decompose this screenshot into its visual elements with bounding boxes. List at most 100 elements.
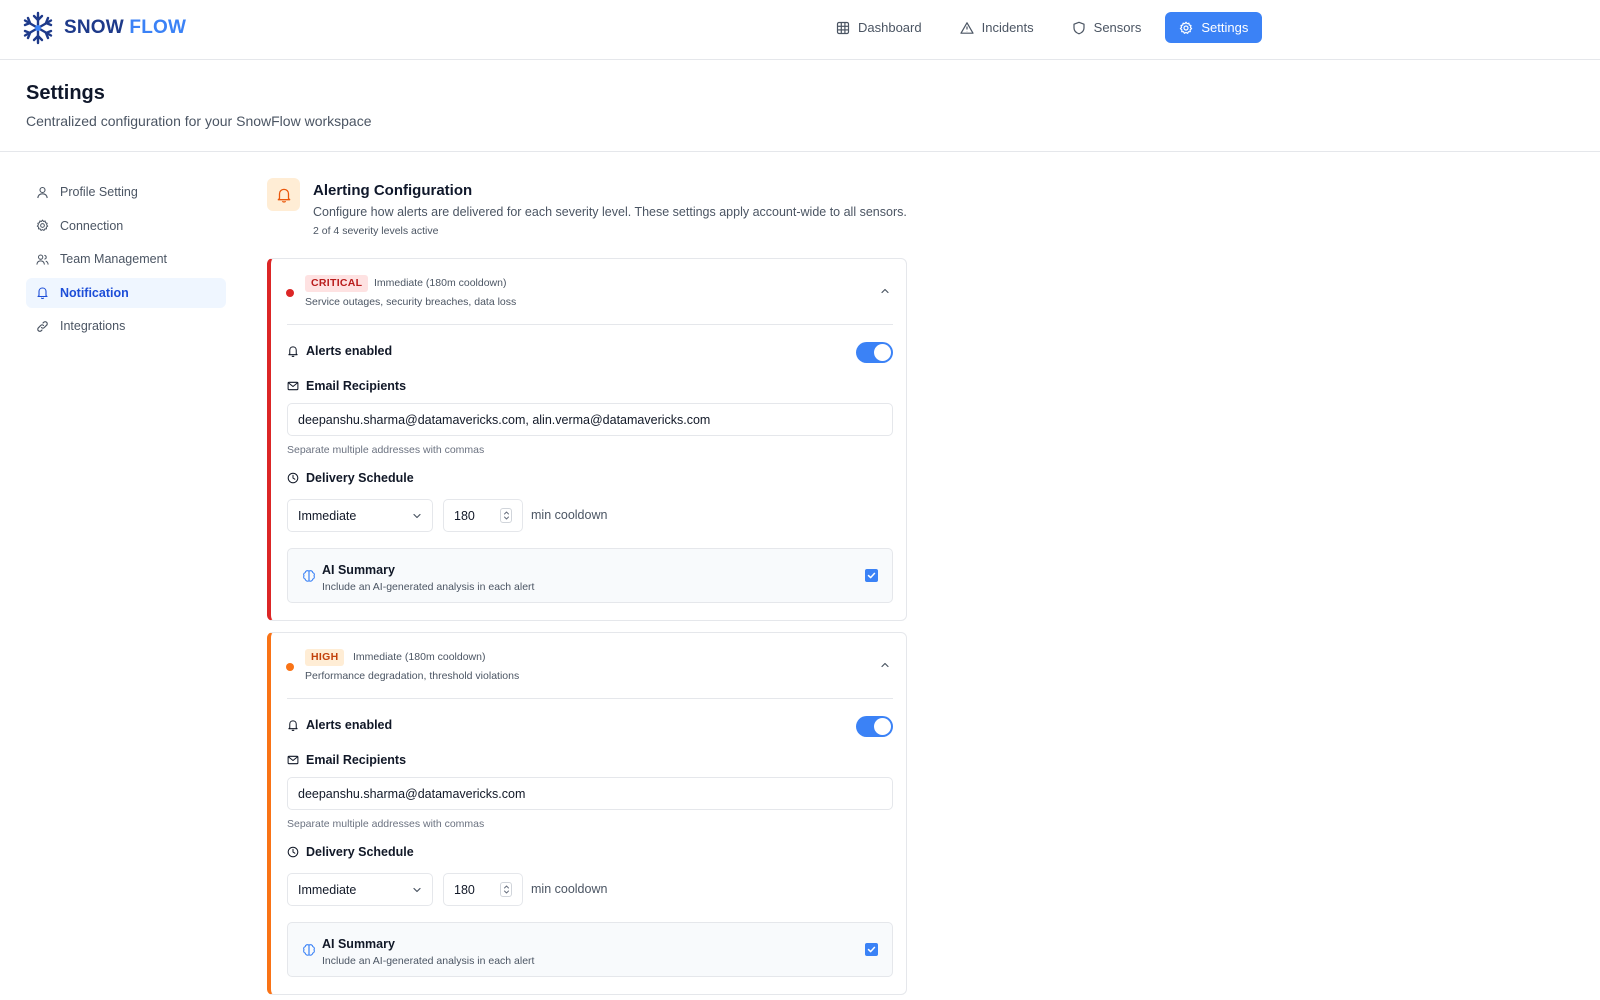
section-title: Alerting Configuration — [313, 182, 473, 199]
cooldown-input[interactable]: 180 — [443, 499, 523, 532]
page-subtitle: Centralized configuration for your SnowF… — [26, 113, 372, 129]
bell-icon — [288, 346, 298, 357]
email-recipients-input[interactable] — [287, 777, 893, 810]
sidebar-item-notification[interactable]: Notification — [26, 277, 226, 308]
alerts-enabled-text: Alerts enabled — [306, 344, 393, 358]
severity-description: Service outages, security breaches, data… — [305, 296, 517, 308]
cooldown-stepper[interactable] — [500, 882, 512, 897]
severity-card-critical: CRITICAL Immediate (180m cooldown) Servi… — [267, 258, 907, 621]
alerting-section-icon — [267, 178, 300, 211]
sidebar-item-connection[interactable]: Connection — [26, 211, 226, 241]
checkmark-icon — [867, 946, 876, 953]
email-recipients-input[interactable] — [287, 403, 893, 436]
snowflake-logo-icon — [23, 11, 53, 45]
ai-summary-title: AI Summary — [322, 563, 395, 577]
ai-summary-description: Include an AI-generated analysis in each… — [322, 955, 535, 967]
top-navbar: SNOW FLOW Dashboard Incidents Sensors Se… — [0, 0, 1600, 60]
bell-icon — [288, 720, 298, 731]
cooldown-suffix: min cooldown — [531, 882, 608, 896]
cooldown-stepper[interactable] — [500, 508, 512, 523]
alerts-enabled-label: Alerts enabled — [287, 718, 392, 732]
divider — [287, 698, 893, 699]
schedule-select[interactable]: Immediate — [287, 873, 433, 906]
email-hint: Separate multiple addresses with commas — [287, 444, 485, 456]
cooldown-input[interactable]: 180 — [443, 873, 523, 906]
main-nav: Dashboard Incidents Sensors Settings — [822, 12, 1263, 43]
severity-card-high: HIGH Immediate (180m cooldown) Performan… — [267, 632, 907, 995]
delivery-schedule-text: Delivery Schedule — [306, 471, 414, 485]
users-icon — [36, 254, 49, 265]
cooldown-suffix: min cooldown — [531, 508, 608, 522]
sidebar-item-label: Notification — [60, 285, 129, 300]
email-recipients-label: Email Recipients — [287, 379, 406, 393]
email-recipients-text: Email Recipients — [306, 379, 407, 393]
page-title: Settings — [26, 82, 105, 104]
toggle-knob — [874, 344, 891, 361]
sidebar-item-integrations[interactable]: Integrations — [26, 311, 226, 341]
severity-dot — [286, 289, 294, 297]
ai-summary-option[interactable]: AI Summary Include an AI-generated analy… — [287, 922, 893, 977]
section-description: Configure how alerts are delivered for e… — [313, 205, 907, 219]
brand-logo[interactable]: SNOW FLOW — [20, 10, 186, 46]
nav-sensors[interactable]: Sensors — [1058, 12, 1156, 43]
ai-summary-checkbox[interactable] — [865, 569, 878, 582]
brand-name: SNOW FLOW — [64, 17, 186, 39]
alerts-enabled-label: Alerts enabled — [287, 344, 392, 358]
sidebar-item-profile-setting[interactable]: Profile Setting — [26, 177, 226, 207]
nav-sensors-label: Sensors — [1093, 20, 1142, 35]
page-header: Settings Centralized configuration for y… — [0, 60, 1600, 152]
chevron-down-icon — [413, 513, 421, 518]
ai-summary-option[interactable]: AI Summary Include an AI-generated analy… — [287, 548, 893, 603]
sidebar-item-label: Profile Setting — [60, 185, 138, 199]
checkmark-icon — [867, 572, 876, 579]
schedule-summary: Immediate (180m cooldown) — [374, 277, 507, 289]
nav-settings[interactable]: Settings — [1165, 12, 1263, 43]
schedule-summary: Immediate (180m cooldown) — [353, 651, 486, 663]
nav-dashboard[interactable]: Dashboard — [822, 12, 936, 43]
sidebar-item-label: Connection — [60, 218, 124, 233]
schedule-select[interactable]: Immediate — [287, 499, 433, 532]
nav-dashboard-label: Dashboard — [858, 20, 922, 35]
alerts-enabled-toggle[interactable] — [856, 342, 893, 363]
cooldown-value: 180 — [454, 508, 475, 523]
severity-description: Performance degradation, threshold viola… — [305, 670, 520, 682]
brain-icon — [303, 570, 315, 582]
gear-icon — [1180, 21, 1193, 34]
settings-sidebar: Profile Setting Connection Team Manageme… — [26, 177, 226, 345]
nav-settings-label: Settings — [1201, 20, 1249, 35]
bell-icon — [37, 287, 48, 299]
brand-name-part1: SNOW — [64, 17, 124, 38]
stepper-arrows-icon — [503, 885, 509, 894]
chevron-up-icon[interactable] — [880, 660, 890, 670]
mail-icon — [287, 755, 299, 765]
ai-summary-description: Include an AI-generated analysis in each… — [322, 581, 535, 593]
schedule-select-value: Immediate — [298, 882, 357, 897]
stepper-arrows-icon — [503, 511, 509, 520]
ai-summary-title: AI Summary — [322, 937, 395, 951]
severity-badge: HIGH — [305, 649, 345, 666]
chevron-up-icon[interactable] — [880, 286, 890, 296]
grid-icon — [836, 21, 850, 34]
link-icon — [37, 320, 48, 332]
toggle-knob — [874, 718, 891, 735]
brand-name-part2: FLOW — [129, 17, 187, 38]
nav-incidents[interactable]: Incidents — [946, 12, 1048, 43]
alerts-enabled-toggle[interactable] — [856, 716, 893, 737]
sidebar-item-label: Team Management — [60, 252, 168, 266]
ai-summary-checkbox[interactable] — [865, 943, 878, 956]
delivery-schedule-text: Delivery Schedule — [306, 845, 414, 859]
sidebar-item-team-management[interactable]: Team Management — [26, 244, 226, 274]
brain-icon — [303, 944, 315, 956]
delivery-schedule-label: Delivery Schedule — [287, 845, 414, 859]
mail-icon — [287, 381, 299, 391]
warning-icon — [960, 21, 974, 34]
severity-dot — [286, 663, 294, 671]
email-recipients-text: Email Recipients — [306, 753, 407, 767]
schedule-select-value: Immediate — [298, 508, 357, 523]
gear-icon — [36, 219, 49, 231]
user-icon — [37, 186, 48, 198]
bell-icon — [277, 188, 290, 203]
severity-badge: CRITICAL — [305, 275, 369, 292]
sidebar-item-label: Integrations — [60, 319, 126, 333]
delivery-schedule-label: Delivery Schedule — [287, 471, 414, 485]
